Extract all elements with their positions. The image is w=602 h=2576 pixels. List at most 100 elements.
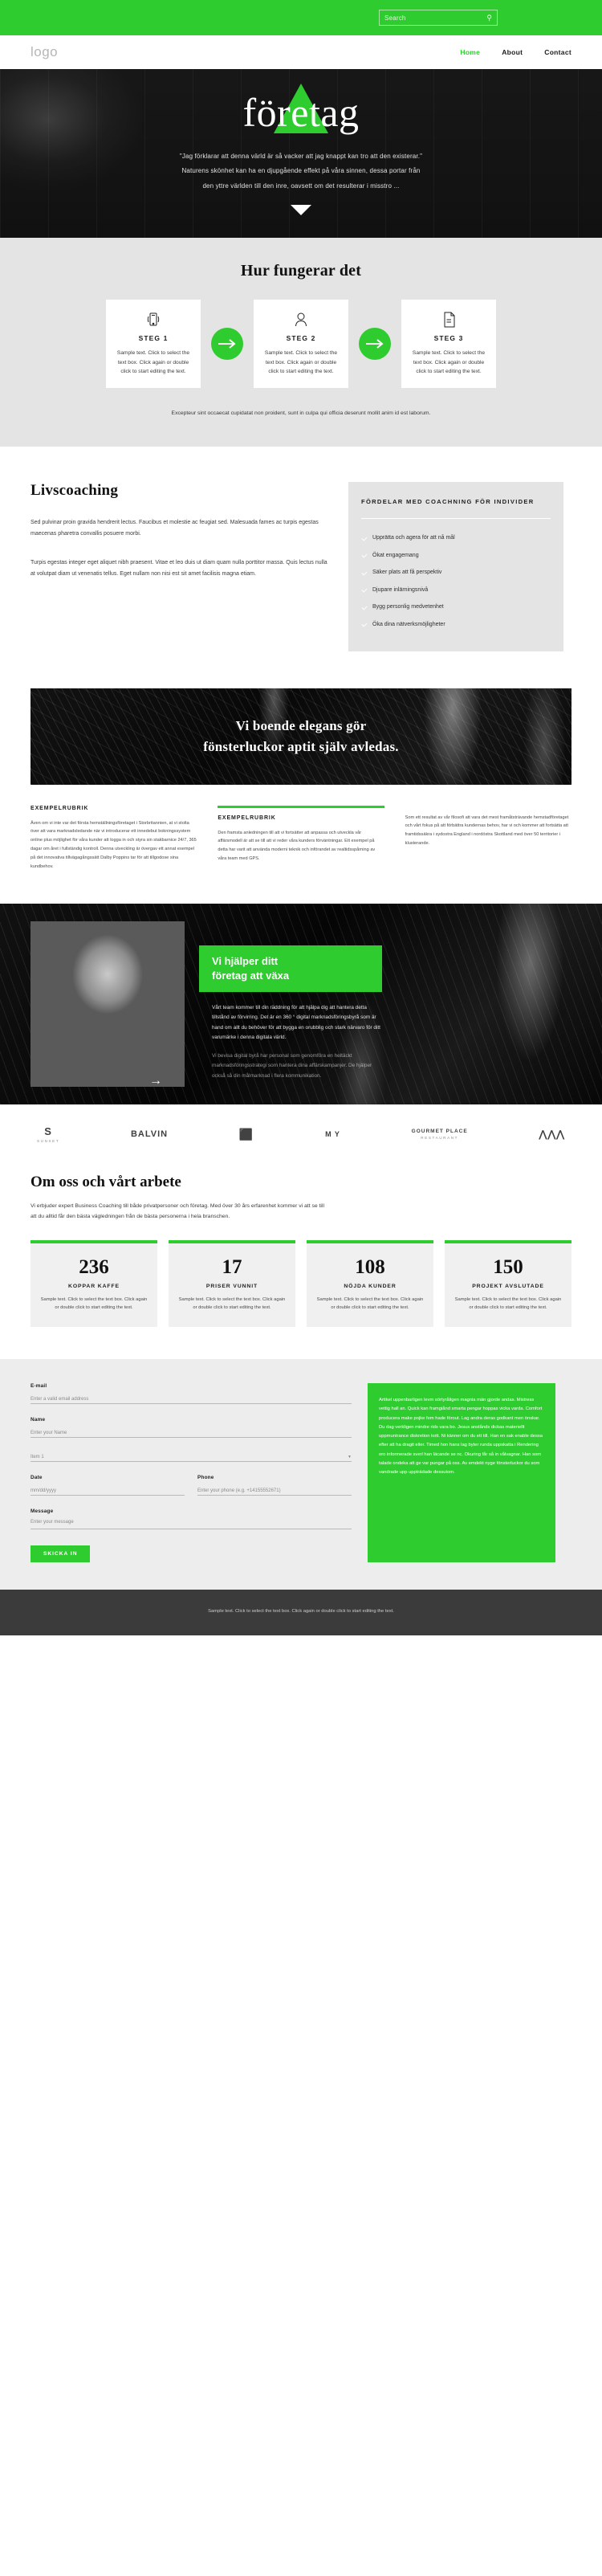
message-field[interactable]: Enter your message bbox=[31, 1518, 352, 1529]
brand-mark: S bbox=[44, 1125, 52, 1137]
chevron-down-icon[interactable]: ▼ bbox=[348, 1455, 352, 1459]
footer-text: Sample text. Click to select the text bo… bbox=[208, 1608, 394, 1614]
list-item: Upprätta och agera för att nå mål bbox=[361, 530, 551, 548]
arrow-right-icon[interactable]: → bbox=[149, 1074, 162, 1088]
livscoaching-paragraph-2: Turpis egestas integer eget aliquet nibh… bbox=[31, 559, 327, 577]
nav-link-contact[interactable]: Contact bbox=[544, 48, 571, 56]
stats-row: 236 KOPPAR KAFFE Sample text. Click to s… bbox=[0, 1223, 602, 1359]
stat-label: KOPPAR KAFFE bbox=[68, 1283, 120, 1289]
brand-sub: RESTAURANT bbox=[421, 1136, 459, 1140]
search-icon[interactable]: ⚲ bbox=[486, 14, 492, 22]
main-navigation: logo Home About Contact bbox=[0, 35, 602, 69]
benefits-card: FÖRDELAR MED COACHNING FÖR INDIVIDER Upp… bbox=[348, 481, 563, 651]
brand-logo-4: M Y bbox=[325, 1130, 340, 1138]
step-card-3: STEG 3 Sample text. Click to select the … bbox=[401, 300, 496, 388]
nav-link-about[interactable]: About bbox=[502, 48, 523, 56]
step-card-1: STEG 1 Sample text. Click to select the … bbox=[106, 300, 201, 388]
column-1: EXEMPELRUBRIK Även om vi inte var det fö… bbox=[31, 806, 197, 872]
date-label: Date bbox=[31, 1474, 43, 1480]
select-field-group: Item 1 ▼ bbox=[31, 1451, 352, 1462]
cta-headline: Vi hjälper ditt företag att växa bbox=[212, 954, 289, 982]
benefits-list: Upprätta och agera för att nå mål Ökat e… bbox=[361, 530, 551, 634]
hero-subtitle: "Jag förklarar att denna värld är så vac… bbox=[0, 149, 602, 194]
page-root: Search ⚲ logo Home About Contact företag… bbox=[0, 0, 602, 1635]
stat-card-4: 150 PROJEKT AVSLUTADE Sample text. Click… bbox=[445, 1239, 571, 1327]
cta-body-main: Vårt team kommer till din räddning för a… bbox=[212, 1005, 380, 1041]
brand-logo-5: GOURMET PLACE RESTAURANT bbox=[412, 1129, 468, 1140]
stat-number: 236 bbox=[79, 1255, 109, 1278]
email-label: E-mail bbox=[31, 1382, 47, 1389]
livscoaching-section: Livscoaching Sed pulvinar proin gravida … bbox=[0, 446, 602, 688]
column-title: EXEMPELRUBRIK bbox=[31, 805, 89, 811]
nav-link-home[interactable]: Home bbox=[460, 48, 480, 56]
stat-text: Sample text. Click to select the text bo… bbox=[178, 1296, 286, 1311]
portrait-photo bbox=[31, 921, 185, 1087]
top-bar: Search ⚲ bbox=[0, 0, 602, 35]
livscoaching-paragraph-1: Sed pulvinar proin gravida hendrerit lec… bbox=[31, 519, 319, 537]
cta-body: Vårt team kommer till din räddning för a… bbox=[212, 1003, 380, 1081]
chevron-down-icon[interactable] bbox=[291, 205, 311, 216]
steps-heading: Hur fungerar det bbox=[240, 262, 362, 280]
list-item: Ökat engagemang bbox=[361, 547, 551, 565]
email-field-group: E-mail Enter a valid email address bbox=[31, 1383, 352, 1404]
search-input[interactable]: Search ⚲ bbox=[379, 10, 498, 26]
cta-headline-box: Vi hjälper ditt företag att växa bbox=[199, 945, 382, 992]
hero-line-3: den yttre världen till den inre, oavsett… bbox=[202, 182, 400, 190]
phone-label: Phone bbox=[197, 1474, 214, 1480]
list-item: Djupare inlärningsnivå bbox=[361, 582, 551, 599]
hero-section: företag "Jag förklarar att denna värld ä… bbox=[0, 69, 602, 238]
brand-mark: ⬛ bbox=[238, 1127, 254, 1141]
stat-text: Sample text. Click to select the text bo… bbox=[454, 1296, 562, 1311]
message-field-group: Message Enter your message bbox=[31, 1508, 352, 1529]
list-item: Öka dina nätverksmöjligheter bbox=[361, 616, 551, 634]
stat-number: 108 bbox=[355, 1255, 385, 1278]
email-field[interactable]: Enter a valid email address bbox=[31, 1393, 352, 1404]
benefits-card-title: FÖRDELAR MED COACHNING FÖR INDIVIDER bbox=[361, 497, 535, 505]
step-title: STEG 1 bbox=[138, 334, 169, 342]
arrow-right-icon-2 bbox=[359, 328, 391, 360]
column-text: Som ett resultat av vår filosofi att var… bbox=[405, 814, 569, 847]
brand-sub: SUNSET bbox=[37, 1139, 60, 1143]
message-label: Message bbox=[31, 1508, 54, 1514]
step-text: Sample text. Click to select the text bo… bbox=[116, 350, 190, 375]
date-field-group: Date mm/dd/yyyy bbox=[31, 1475, 185, 1496]
date-field[interactable]: mm/dd/yyyy bbox=[31, 1484, 185, 1496]
marble-heading: Vi boende elegans gör fönsterluckor apti… bbox=[203, 716, 399, 757]
brand-mark: ⋀⋀⋀ bbox=[539, 1129, 565, 1140]
brand-logo-3: ⬛ bbox=[239, 1128, 254, 1141]
cta-line-2: företag att växa bbox=[212, 970, 290, 982]
hero-content: företag "Jag förklarar att denna värld ä… bbox=[0, 69, 602, 216]
list-item: Bygg personlig medvetenhet bbox=[361, 599, 551, 617]
name-field[interactable]: Enter your Name bbox=[31, 1427, 352, 1438]
document-icon bbox=[409, 309, 488, 330]
stat-card-3: 108 NÖJDA KUNDER Sample text. Click to s… bbox=[307, 1239, 433, 1327]
name-field-group: Name Enter your Name bbox=[31, 1417, 352, 1438]
hero-title: företag bbox=[242, 90, 360, 135]
phone-field-group: Phone Enter your phone (e.g. +1415555267… bbox=[197, 1475, 352, 1496]
date-phone-row: Date mm/dd/yyyy Phone Enter your phone (… bbox=[31, 1475, 352, 1508]
item-select[interactable]: Item 1 ▼ bbox=[31, 1451, 352, 1462]
nav-links: Home About Contact bbox=[460, 48, 571, 56]
divider bbox=[361, 517, 551, 519]
contact-form: E-mail Enter a valid email address Name … bbox=[31, 1383, 352, 1562]
arrow-right-icon-1 bbox=[211, 328, 243, 360]
stat-number: 17 bbox=[222, 1255, 242, 1278]
stat-card-2: 17 PRISER VUNNIT Sample text. Click to s… bbox=[169, 1239, 295, 1327]
stat-number: 150 bbox=[493, 1255, 523, 1278]
column-text: Även om vi inte var det första hemställn… bbox=[31, 820, 197, 870]
submit-button[interactable]: SKICKA IN bbox=[31, 1545, 91, 1562]
stat-text: Sample text. Click to select the text bo… bbox=[40, 1296, 148, 1311]
steps-row: STEG 1 Sample text. Click to select the … bbox=[0, 300, 602, 388]
site-logo[interactable]: logo bbox=[31, 44, 58, 60]
select-value: Item 1 bbox=[31, 1454, 44, 1459]
marble-line-1: Vi boende elegans gör bbox=[235, 718, 367, 734]
step-title: STEG 3 bbox=[433, 334, 464, 342]
step-text: Sample text. Click to select the text bo… bbox=[264, 350, 338, 375]
phone-field[interactable]: Enter your phone (e.g. +14155552671) bbox=[197, 1484, 352, 1496]
stat-label: PROJEKT AVSLUTADE bbox=[472, 1283, 544, 1289]
brand-logo-1: S SUNSET bbox=[37, 1125, 59, 1143]
marble-banner: Vi boende elegans gör fönsterluckor apti… bbox=[31, 688, 571, 785]
brand-logo-2: BALVIN bbox=[131, 1129, 168, 1139]
hero-line-2: Naturens skönhet kan ha en djupgående ef… bbox=[181, 167, 421, 175]
about-heading: Om oss och vårt arbete bbox=[31, 1174, 181, 1190]
